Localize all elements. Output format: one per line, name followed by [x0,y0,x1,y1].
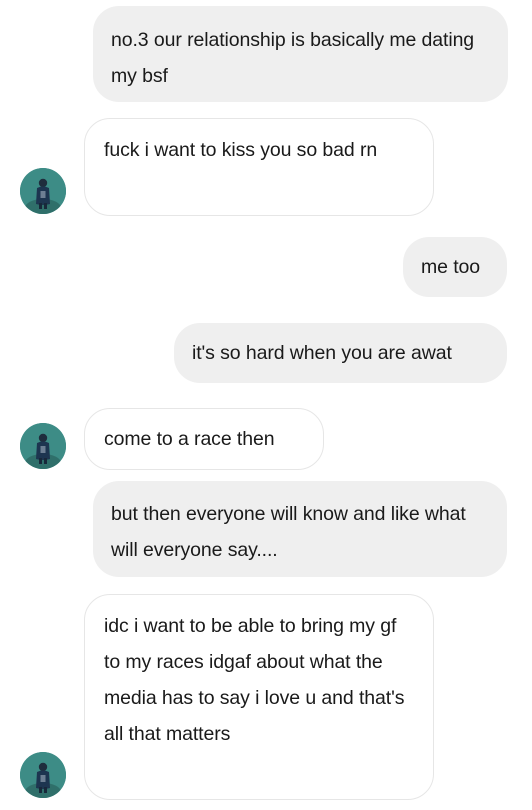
sent-message-bubble[interactable]: me too [403,237,507,297]
sent-message-bubble[interactable]: no.3 our relationship is basically me da… [93,6,508,102]
avatar-photo-icon [20,752,66,798]
contact-avatar[interactable] [20,752,66,798]
sent-message-bubble[interactable]: it's so hard when you are awat [174,323,507,383]
message-text: but then everyone will know and like wha… [111,503,466,561]
message-text: fuck i want to kiss you so bad rn [104,139,378,161]
message-text: me too [421,256,481,278]
message-text: idc i want to be able to bring my gf to … [104,615,405,745]
message-thread: no.3 our relationship is basically me da… [0,0,532,810]
avatar-photo-icon [20,168,66,214]
sent-message-bubble[interactable]: but then everyone will know and like wha… [93,481,507,577]
message-text: it's so hard when you are awat [192,342,452,364]
received-message-bubble[interactable]: idc i want to be able to bring my gf to … [84,594,434,800]
contact-avatar[interactable] [20,168,66,214]
message-text: come to a race then [104,428,275,450]
contact-avatar[interactable] [20,423,66,469]
received-message-bubble[interactable]: fuck i want to kiss you so bad rn [84,118,434,216]
message-text: no.3 our relationship is basically me da… [111,29,475,87]
avatar-photo-icon [20,423,66,469]
received-message-bubble[interactable]: come to a race then [84,408,324,470]
